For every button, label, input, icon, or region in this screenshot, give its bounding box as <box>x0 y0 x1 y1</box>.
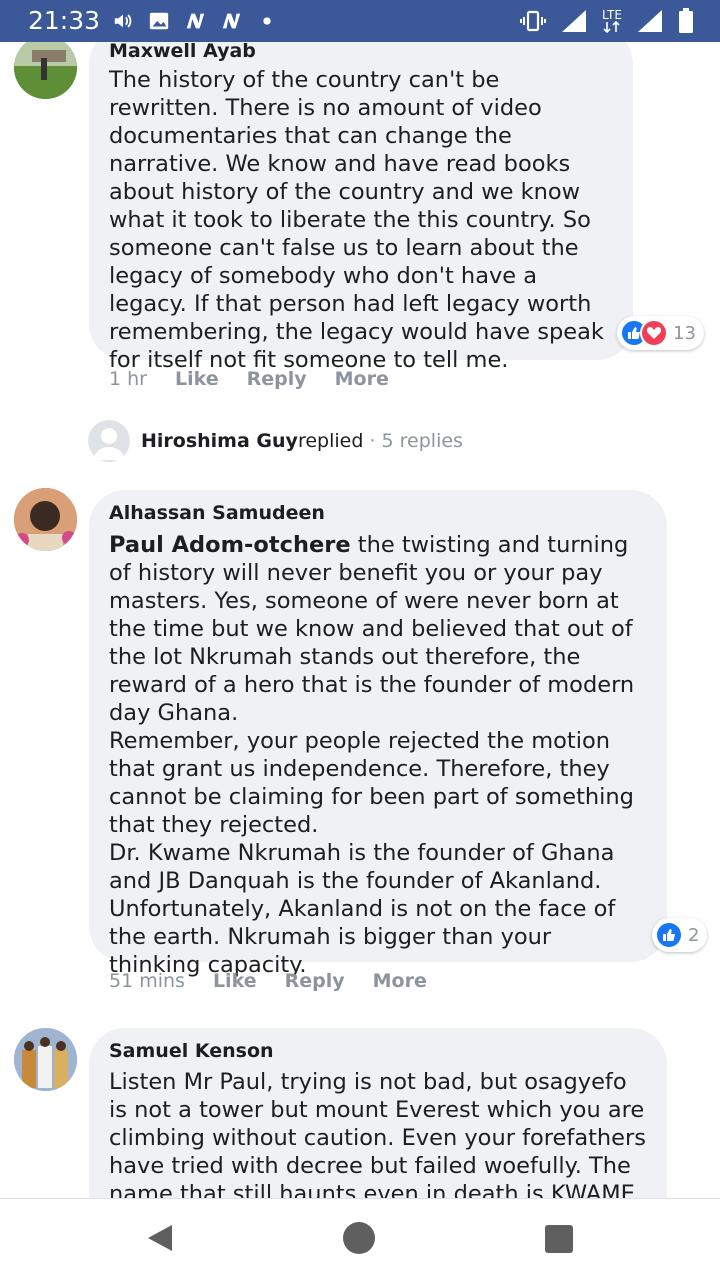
comment-author[interactable]: Alhassan Samudeen <box>109 500 647 526</box>
comment-time: 51 mins <box>109 970 185 992</box>
reaction-count: 13 <box>673 322 696 344</box>
signal-icon <box>638 10 662 32</box>
more-button[interactable]: More <box>373 970 427 992</box>
signal-icon <box>562 10 586 32</box>
reply-button[interactable]: Reply <box>247 368 307 390</box>
vibrate-icon <box>520 10 546 32</box>
home-icon[interactable] <box>343 1222 375 1254</box>
comment-text: The history of the country can't be rewr… <box>109 67 604 373</box>
notification-icons <box>112 10 278 32</box>
navigation-bar <box>0 1198 720 1280</box>
volume-icon <box>114 14 132 28</box>
status-bar: 21:33 LTE <box>0 0 720 42</box>
avatar <box>88 420 130 462</box>
recent-apps-icon[interactable] <box>545 1225 573 1253</box>
more-button[interactable]: More <box>335 368 389 390</box>
comment-bubble[interactable]: Alhassan Samudeen Paul Adom-otchere the … <box>89 490 667 978</box>
comments-feed[interactable]: Maxwell Ayab The history of the country … <box>0 42 720 1198</box>
comment-bubble[interactable]: Maxwell Ayab The history of the country … <box>89 42 633 373</box>
image-icon <box>149 12 169 30</box>
reply-count[interactable]: 5 replies <box>382 430 463 452</box>
avatar[interactable] <box>14 42 77 99</box>
screen: 21:33 LTE Maxwell Ayab The history of th… <box>0 0 720 1280</box>
status-time: 21:33 <box>28 6 101 35</box>
like-button[interactable]: Like <box>175 368 219 390</box>
system-icons: LTE <box>520 8 694 34</box>
comment-author[interactable]: Maxwell Ayab <box>109 42 613 64</box>
comment-text: Listen Mr Paul, trying is not bad, but o… <box>109 1069 647 1198</box>
like-button[interactable]: Like <box>213 970 257 992</box>
replied-label: replied <box>297 430 364 452</box>
separator: · <box>363 430 382 452</box>
love-reaction-icon <box>640 319 668 347</box>
mention-link[interactable]: Paul Adom-otchere <box>109 532 351 558</box>
comment-time: 1 hr <box>109 368 147 390</box>
reply-button[interactable]: Reply <box>285 970 345 992</box>
comment-actions: 1 hr Like Reply More <box>109 368 389 390</box>
back-icon[interactable] <box>146 1223 174 1253</box>
dot-icon <box>263 17 271 25</box>
n-notification-icon <box>222 13 241 29</box>
default-avatar-icon <box>93 428 125 460</box>
like-reaction-icon <box>655 921 683 949</box>
view-replies-row[interactable]: Hiroshima Guy replied · 5 replies <box>88 420 463 462</box>
reaction-count: 2 <box>688 924 700 946</box>
comment-actions: 51 mins Like Reply More <box>109 970 427 992</box>
avatar[interactable] <box>14 1028 77 1091</box>
reactions-badge[interactable]: 2 <box>652 918 708 952</box>
comment-bubble[interactable]: Samuel Kenson Listen Mr Paul, trying is … <box>89 1028 667 1198</box>
lte-icon: LTE <box>602 7 622 33</box>
battery-icon <box>679 8 693 33</box>
network-type: LTE <box>602 7 622 22</box>
comment-text: the twisting and turning of history will… <box>109 532 635 978</box>
n-notification-icon <box>186 13 205 29</box>
reactions-badge[interactable]: 13 <box>617 316 704 350</box>
replier-name[interactable]: Hiroshima Guy <box>141 430 298 452</box>
comment-author[interactable]: Samuel Kenson <box>109 1038 647 1064</box>
avatar[interactable] <box>14 488 77 551</box>
